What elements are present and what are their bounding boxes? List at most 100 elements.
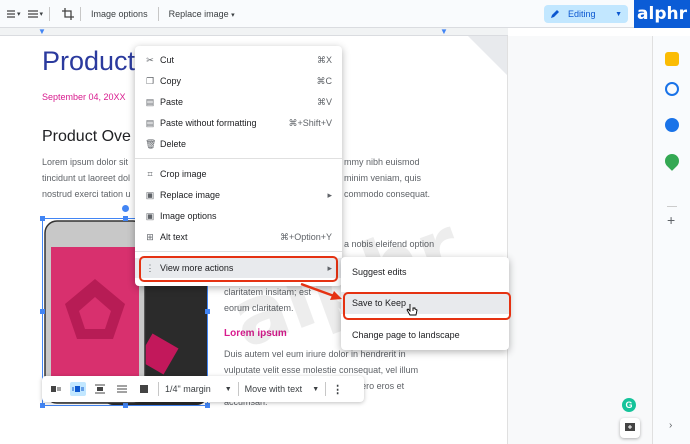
inline-wrap-button[interactable] (48, 382, 64, 396)
menu-divider (135, 158, 342, 159)
image-options-icon: ▣ (145, 211, 155, 221)
align-dropdown[interactable]: ▾ (6, 4, 21, 24)
image-toolbar: 1/4" margin ▼ Move with text ▼ ⋮ (42, 376, 364, 402)
front-text-button[interactable] (136, 382, 152, 396)
wrap-label: Move with text (244, 384, 303, 394)
behind-text-icon (117, 385, 127, 393)
submenu-arrow-icon: ▸ (327, 189, 332, 200)
scissors-icon: ✂ (146, 55, 154, 65)
break-text-button[interactable] (92, 382, 108, 396)
wrap-text-button[interactable] (70, 382, 86, 396)
keep-icon[interactable] (665, 52, 679, 66)
toolbar-divider (157, 6, 159, 21)
replace-image-button[interactable]: Replace image ▾ (165, 9, 239, 19)
menu-item-paste-plain[interactable]: ▤ Paste without formatting ⌘+Shift+V (135, 113, 342, 133)
menu-item-replace-image[interactable]: ▣ Replace image ▸ (135, 185, 342, 205)
add-icon[interactable]: + (667, 212, 675, 228)
comment-add-icon (625, 423, 635, 431)
submenu-item-landscape[interactable]: Change page to landscape (341, 324, 509, 346)
menu-item-label: Image options (160, 211, 217, 221)
replace-image-label: Replace image (168, 8, 229, 19)
alt-text-icon: ⊞ (146, 232, 154, 242)
crop-icon: ⌗ (147, 169, 153, 179)
menu-shortcut: ⌘V (316, 96, 332, 107)
highlight-box (139, 256, 338, 282)
resize-handle[interactable] (40, 309, 45, 314)
more-options-icon[interactable]: ⋮ (332, 383, 343, 396)
menu-shortcut: ⌘+Shift+V (288, 117, 332, 128)
text-line: Lorem ipsum dolor sit (42, 157, 129, 167)
menu-item-label: Delete (160, 139, 187, 149)
toolbar-divider (158, 382, 159, 396)
menu-item-copy[interactable]: ❐ Copy ⌘C (135, 71, 342, 91)
wrap-dropdown[interactable]: Move with text ▼ (245, 384, 319, 394)
line-spacing-dropdown[interactable]: ▾ (27, 4, 43, 24)
resize-handle[interactable] (40, 216, 45, 221)
submenu-item-label: Change page to landscape (352, 330, 460, 340)
right-indent-marker[interactable]: ▼ (440, 28, 448, 36)
menu-shortcut: ⌘+Option+Y (279, 231, 332, 242)
menu-item-delete[interactable]: 🗑 Delete (135, 134, 342, 154)
menu-shortcut: ⌘C (316, 75, 333, 86)
menu-item-paste[interactable]: ▤ Paste ⌘V (135, 92, 342, 112)
menu-item-label: Paste without formatting (160, 118, 257, 128)
side-panel: + › (652, 36, 690, 444)
trash-icon: 🗑 (145, 139, 157, 149)
resize-handle[interactable] (40, 403, 45, 408)
pointer-arrow-icon (300, 283, 342, 300)
paragraph-left: Lorem ipsum dolor sit tincidunt ut laore… (42, 154, 131, 202)
menu-item-label: Crop image (160, 169, 207, 179)
grammarly-icon[interactable]: G (622, 398, 636, 412)
menu-item-image-options[interactable]: ▣ Image options (135, 206, 342, 226)
crop-button[interactable] (62, 4, 75, 24)
tasks-icon[interactable] (665, 82, 679, 96)
wrap-inline-icon (51, 386, 61, 392)
maps-icon[interactable] (662, 151, 682, 171)
resize-handle[interactable] (205, 403, 210, 408)
margin-label: 1/4" margin (165, 384, 211, 394)
resize-handle[interactable] (123, 403, 128, 408)
editing-mode-dropdown[interactable]: Editing ▼ (544, 5, 628, 23)
menu-item-alt-text[interactable]: ⊞ Alt text ⌘+Option+Y (135, 227, 342, 247)
chevron-down-icon: ▼ (312, 385, 320, 393)
toolbar-divider (80, 6, 82, 21)
pencil-icon (551, 10, 559, 18)
ruler: ▼ ▼ (0, 28, 508, 36)
contacts-icon[interactable] (665, 118, 679, 132)
menu-item-label: Replace image (160, 190, 221, 200)
break-text-icon (95, 384, 105, 394)
doc-title: Product (42, 46, 136, 76)
add-comment-button[interactable] (620, 418, 640, 438)
text-line: commodo consequat. (344, 189, 431, 199)
alphr-logo: alphr (634, 0, 690, 28)
resize-handle[interactable] (123, 216, 128, 221)
line-spacing-icon (27, 9, 38, 18)
menu-item-crop[interactable]: ⌗ Crop image (135, 164, 342, 184)
margin-dropdown[interactable]: 1/4" margin ▼ (165, 384, 232, 394)
toolbar-divider (237, 382, 239, 396)
chevron-down-icon: ▼ (615, 10, 622, 18)
paste-icon: ▤ (145, 97, 155, 107)
align-icon (7, 9, 15, 18)
menu-shortcut: ⌘X (316, 54, 332, 65)
text-line: minim veniam, quis (344, 173, 422, 183)
copy-icon: ❐ (145, 76, 155, 86)
behind-text-button[interactable] (114, 382, 130, 396)
submenu-item-suggest-edits[interactable]: Suggest edits (341, 261, 509, 283)
toolbar-divider (325, 382, 327, 396)
context-menu: ✂ Cut ⌘X ❐ Copy ⌘C ▤ Paste ⌘V ▤ Paste without f… (135, 46, 342, 286)
menu-item-cut[interactable]: ✂ Cut ⌘X (135, 50, 342, 70)
chevron-right-icon[interactable]: › (669, 420, 672, 431)
front-text-icon (140, 385, 148, 393)
text-line: mmy nibh euismod (344, 157, 420, 167)
crop-icon (62, 7, 75, 20)
menu-item-label: Paste (160, 97, 184, 107)
chevron-down-icon: ▾ (17, 10, 21, 18)
rotate-handle[interactable] (122, 205, 129, 212)
text-line: nostrud exerci tation u (42, 189, 131, 199)
chevron-down-icon: ▾ (231, 11, 235, 19)
resize-handle[interactable] (205, 309, 210, 314)
panel-divider (667, 206, 677, 207)
image-options-button[interactable]: Image options (87, 9, 152, 19)
left-indent-marker[interactable]: ▼ (38, 28, 46, 36)
